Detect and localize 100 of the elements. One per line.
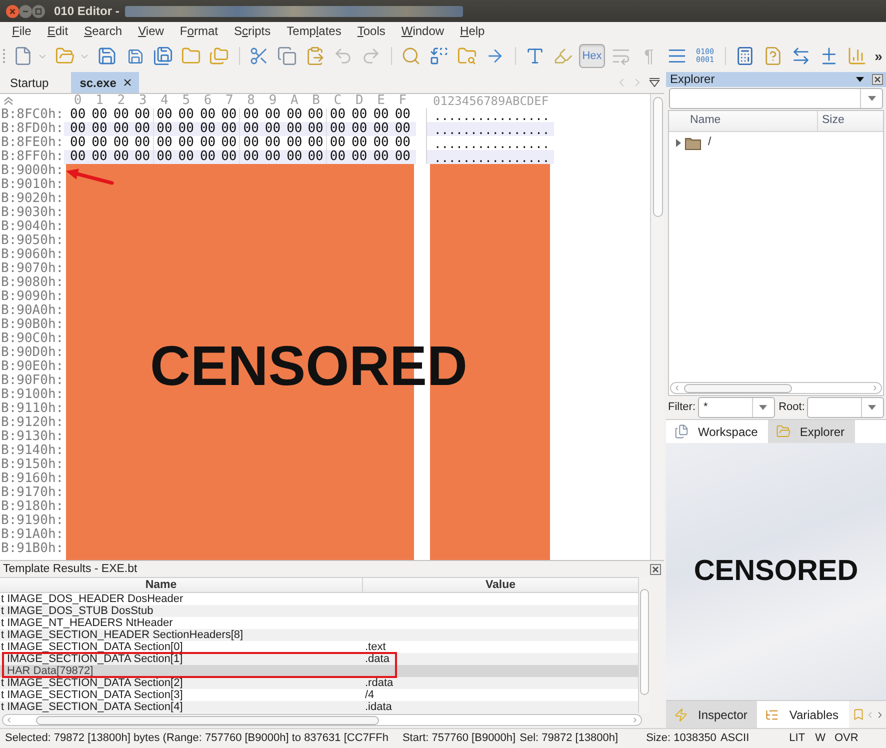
panel-tab[interactable]: Variables bbox=[757, 701, 848, 728]
bookmark-icon[interactable] bbox=[852, 708, 864, 721]
row-offset: B:9190h: bbox=[0, 514, 64, 528]
letter-t-icon[interactable] bbox=[525, 46, 545, 66]
menu-item[interactable]: Window bbox=[393, 22, 452, 40]
open-folder-icon[interactable] bbox=[55, 46, 75, 66]
stacked-folders-icon[interactable] bbox=[209, 46, 229, 66]
row-offset: B:91A0h: bbox=[0, 528, 64, 542]
column-header[interactable]: Name bbox=[145, 578, 177, 592]
redaction-label: CENSORED bbox=[694, 557, 858, 586]
hex-byte: 00 bbox=[242, 150, 260, 164]
column-header[interactable]: Value bbox=[485, 578, 516, 592]
status-text: W bbox=[815, 731, 826, 746]
hex-byte: 00 bbox=[350, 136, 368, 150]
column-header: 8 bbox=[246, 94, 256, 108]
replace-icon[interactable] bbox=[429, 46, 449, 66]
close-icon[interactable] bbox=[872, 74, 883, 85]
tree-item[interactable]: / bbox=[669, 135, 883, 151]
table-cell-text: t IMAGE_DOS_HEADER DosHeader bbox=[0, 593, 184, 605]
scrollbar-thumb[interactable] bbox=[36, 716, 379, 724]
row-offset: B:90B0h: bbox=[0, 318, 64, 332]
menu-item[interactable]: View bbox=[130, 22, 172, 40]
collapsed-triangle-icon[interactable] bbox=[676, 139, 681, 147]
calculator-icon[interactable] bbox=[735, 46, 755, 66]
maximize-icon[interactable] bbox=[32, 4, 45, 18]
scissors-icon[interactable] bbox=[249, 46, 269, 66]
document-tab[interactable]: sc.exe bbox=[70, 72, 140, 93]
row-offset: B:9160h: bbox=[0, 472, 64, 486]
swap-arrows-icon[interactable] bbox=[791, 46, 811, 66]
documents-icon bbox=[674, 424, 689, 439]
hex-byte: 00 bbox=[112, 136, 130, 150]
toolbar-handle[interactable] bbox=[3, 49, 5, 63]
filter-combobox[interactable]: * bbox=[698, 397, 775, 418]
table-row[interactable]: t IMAGE_SECTION_DATA Section[2] .rdata bbox=[0, 677, 638, 689]
status-text: LIT bbox=[789, 731, 806, 746]
hex-byte: 00 bbox=[350, 150, 368, 164]
horizontal-scrollbar[interactable] bbox=[670, 382, 882, 394]
row-offset: B:9050h: bbox=[0, 234, 64, 248]
menu-item[interactable]: Templates bbox=[278, 22, 350, 40]
column-header: 4 bbox=[160, 94, 170, 108]
table-cell-text: /4 bbox=[364, 689, 376, 701]
root-combobox[interactable] bbox=[806, 397, 884, 418]
hex-byte: 00 bbox=[242, 136, 260, 150]
hex-byte: 00 bbox=[328, 108, 347, 122]
menu-item[interactable]: File bbox=[4, 22, 40, 40]
close-icon[interactable] bbox=[650, 564, 661, 574]
bar-chart-icon[interactable] bbox=[847, 46, 867, 66]
table-row[interactable]: IMAGE_SECTION_DATA Section[1] .data bbox=[0, 653, 638, 665]
table-row[interactable]: t IMAGE_SECTION_HEADER SectionHeaders[8] bbox=[0, 629, 638, 641]
table-row[interactable]: t IMAGE_SECTION_DATA Section[4] .idata bbox=[0, 701, 638, 713]
row-offset: B:9140h: bbox=[0, 444, 64, 458]
close-icon[interactable] bbox=[122, 77, 134, 88]
scrollbar-thumb[interactable] bbox=[640, 589, 649, 695]
menu-item[interactable]: Edit bbox=[39, 22, 76, 40]
clipboard-icon[interactable] bbox=[305, 46, 325, 66]
column-header[interactable]: Name bbox=[690, 112, 721, 130]
scrollbar-thumb[interactable] bbox=[652, 97, 662, 217]
row-offset: B:9110h: bbox=[0, 402, 64, 416]
vertical-scrollbar[interactable] bbox=[650, 94, 664, 560]
menu-item[interactable]: Search bbox=[76, 22, 130, 40]
panel-tab[interactable]: Inspector bbox=[666, 701, 758, 728]
ascii-text: ................ bbox=[434, 137, 550, 151]
dropdown-arrow-icon[interactable] bbox=[649, 78, 660, 87]
horizontal-scrollbar[interactable] bbox=[2, 714, 642, 726]
ascii-text: ................ bbox=[434, 109, 550, 123]
table-cell-text: IMAGE_SECTION_DATA Section[1] bbox=[6, 653, 184, 665]
dropdown-arrow-icon[interactable] bbox=[856, 77, 864, 82]
table-row[interactable]: t IMAGE_DOS_STUB DosStub bbox=[0, 605, 638, 617]
row-offset: B:9070h: bbox=[0, 262, 64, 276]
copy-icon[interactable] bbox=[277, 46, 297, 66]
table-cell-text: t IMAGE_SECTION_DATA Section[2] bbox=[0, 677, 184, 689]
menu-item[interactable]: Help bbox=[452, 22, 493, 40]
folder-search-icon[interactable] bbox=[457, 46, 477, 66]
stacked-disks-icon[interactable] bbox=[153, 46, 173, 66]
panel-tab[interactable]: Explorer bbox=[768, 420, 854, 443]
column-header[interactable]: Size bbox=[822, 112, 844, 130]
row-offset: B:9030h: bbox=[0, 206, 64, 220]
hex-byte: 00 bbox=[156, 150, 174, 164]
table-row[interactable]: HAR Data[79872] bbox=[0, 665, 638, 677]
overflow-button[interactable]: » bbox=[874, 48, 882, 64]
menu-item[interactable]: Format bbox=[172, 22, 226, 40]
scrollbar-thumb[interactable] bbox=[684, 384, 792, 392]
file-question-icon[interactable] bbox=[763, 46, 783, 66]
search-icon[interactable] bbox=[401, 46, 421, 66]
up-arrow-icon[interactable] bbox=[4, 97, 13, 105]
row-offset: B:9010h: bbox=[0, 178, 64, 192]
folder-icon[interactable] bbox=[181, 46, 201, 66]
file-icon[interactable] bbox=[13, 46, 33, 66]
document-tab[interactable]: Startup bbox=[0, 72, 71, 93]
menu-item[interactable]: Tools bbox=[349, 22, 394, 40]
hex-byte: 00 bbox=[69, 136, 87, 150]
menu-item[interactable]: Scripts bbox=[226, 22, 279, 40]
row-offset: B:9170h: bbox=[0, 486, 64, 500]
minimize-icon[interactable] bbox=[19, 4, 32, 18]
hex-byte: 00 bbox=[264, 136, 282, 150]
highlighter-icon[interactable] bbox=[553, 46, 573, 66]
row-offset: B:9090h: bbox=[0, 290, 64, 304]
ascii-column-header: 0123456789ABCDEF bbox=[433, 94, 549, 108]
ascii-text: ................ bbox=[434, 151, 550, 165]
row-offset: B:9060h: bbox=[0, 248, 64, 262]
